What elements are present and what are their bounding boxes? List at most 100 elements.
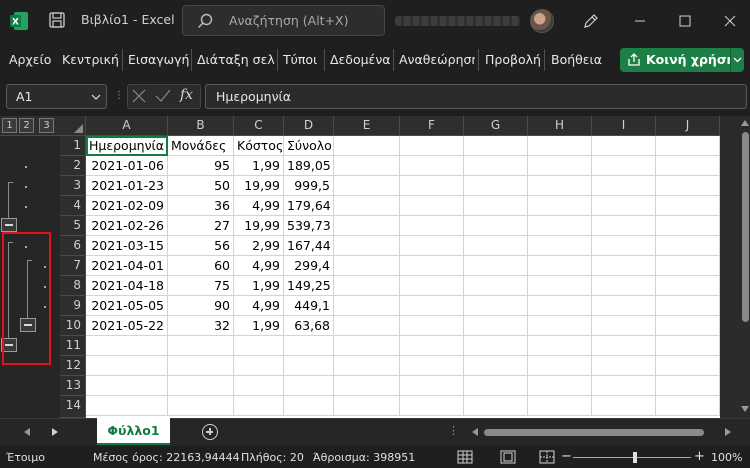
scroll-down-icon[interactable] <box>741 406 749 412</box>
table-cell[interactable] <box>86 376 168 396</box>
row-header[interactable]: 1 <box>60 136 86 156</box>
chevron-down-icon[interactable] <box>91 94 101 101</box>
table-cell[interactable]: 95 <box>168 156 234 176</box>
table-cell[interactable] <box>334 176 400 196</box>
row-header[interactable]: 9 <box>60 296 86 316</box>
table-cell[interactable]: 27 <box>168 216 234 236</box>
table-cell[interactable] <box>234 376 284 396</box>
table-cell[interactable] <box>168 356 234 376</box>
table-cell[interactable] <box>334 216 400 236</box>
table-cell[interactable]: 2,99 <box>234 236 284 256</box>
row-header[interactable]: 7 <box>60 256 86 276</box>
table-cell[interactable] <box>334 276 400 296</box>
horizontal-scroll-thumb[interactable] <box>484 429 704 436</box>
formula-input[interactable]: Ημερομηνία <box>205 84 747 109</box>
table-cell[interactable] <box>528 236 592 256</box>
row-header[interactable]: 5 <box>60 216 86 236</box>
table-cell[interactable]: 4,99 <box>234 296 284 316</box>
table-cell[interactable] <box>528 136 592 156</box>
vertical-scrollbar[interactable] <box>720 116 750 418</box>
table-cell[interactable] <box>656 336 720 356</box>
table-cell[interactable] <box>528 336 592 356</box>
table-cell[interactable] <box>656 236 720 256</box>
row-header[interactable]: 6 <box>60 236 86 256</box>
table-cell[interactable] <box>528 276 592 296</box>
next-sheet-icon[interactable] <box>52 428 58 436</box>
search-box[interactable]: Αναζήτηση (Alt+X) <box>182 5 385 36</box>
table-cell[interactable] <box>464 216 528 236</box>
table-cell[interactable] <box>656 276 720 296</box>
table-cell[interactable]: 539,73 <box>284 216 334 236</box>
table-cell[interactable]: 2021-05-22 <box>86 316 168 336</box>
sheet-tab[interactable]: Φύλλο1 <box>97 418 170 445</box>
table-cell[interactable]: 60 <box>168 256 234 276</box>
row-header[interactable]: 2 <box>60 156 86 176</box>
table-cell[interactable]: 299,4 <box>284 256 334 276</box>
zoom-level[interactable]: 100% <box>711 451 742 464</box>
row-header[interactable]: 4 <box>60 196 86 216</box>
table-cell[interactable] <box>400 256 464 276</box>
table-cell[interactable] <box>400 236 464 256</box>
add-sheet-icon[interactable] <box>202 424 218 440</box>
table-cell[interactable] <box>464 356 528 376</box>
table-cell[interactable]: 999,5 <box>284 176 334 196</box>
table-cell[interactable] <box>464 396 528 416</box>
table-cell[interactable] <box>334 296 400 316</box>
table-cell[interactable] <box>464 256 528 276</box>
row-header[interactable]: 10 <box>60 316 86 336</box>
horizontal-scrollbar[interactable] <box>470 424 735 440</box>
maximize-icon[interactable] <box>672 8 698 34</box>
table-cell[interactable] <box>656 176 720 196</box>
minimize-icon[interactable] <box>627 8 653 34</box>
table-cell[interactable] <box>400 376 464 396</box>
table-cell[interactable] <box>400 276 464 296</box>
name-box[interactable]: A1 <box>6 84 107 109</box>
cancel-icon[interactable] <box>131 88 147 104</box>
table-cell[interactable] <box>400 216 464 236</box>
table-cell[interactable] <box>284 396 334 416</box>
row-header[interactable]: 13 <box>60 376 86 396</box>
table-cell[interactable]: 32 <box>168 316 234 336</box>
table-cell[interactable] <box>464 276 528 296</box>
table-cell[interactable] <box>592 256 656 276</box>
column-header-b[interactable]: B <box>168 116 234 136</box>
table-cell[interactable] <box>86 396 168 416</box>
column-header-a[interactable]: A <box>86 116 168 136</box>
table-cell[interactable]: Μονάδες <box>168 136 234 156</box>
share-button[interactable]: Κοινή χρήση <box>620 48 735 72</box>
table-cell[interactable] <box>334 336 400 356</box>
table-cell[interactable] <box>528 316 592 336</box>
table-cell[interactable] <box>528 356 592 376</box>
table-cell[interactable]: 19,99 <box>234 216 284 236</box>
table-cell[interactable] <box>464 196 528 216</box>
tab-file[interactable]: Αρχείο <box>9 52 51 67</box>
select-all-button[interactable] <box>60 116 86 136</box>
spreadsheet-grid[interactable]: Ημερομηνία Μονάδες Κόστος Σύνολο 2021-01-06 9… <box>86 136 720 418</box>
table-cell[interactable] <box>400 316 464 336</box>
table-cell[interactable] <box>234 356 284 376</box>
table-cell[interactable] <box>334 356 400 376</box>
table-cell[interactable] <box>592 356 656 376</box>
table-cell[interactable] <box>528 216 592 236</box>
scroll-up-icon[interactable] <box>741 120 749 126</box>
column-header-d[interactable]: D <box>284 116 334 136</box>
table-cell[interactable] <box>400 296 464 316</box>
table-cell[interactable] <box>592 276 656 296</box>
table-cell[interactable]: 449,1 <box>284 296 334 316</box>
table-cell[interactable] <box>464 336 528 356</box>
table-cell[interactable]: 2021-04-18 <box>86 276 168 296</box>
pen-icon[interactable] <box>582 12 600 30</box>
column-header-f[interactable]: F <box>400 116 464 136</box>
table-cell[interactable]: 2021-02-26 <box>86 216 168 236</box>
table-cell[interactable] <box>334 196 400 216</box>
row-header[interactable]: 3 <box>60 176 86 196</box>
row-header[interactable]: 14 <box>60 396 86 418</box>
tab-help[interactable]: Βοήθεια <box>551 52 602 67</box>
table-cell[interactable]: 2021-03-15 <box>86 236 168 256</box>
table-cell[interactable]: Ημερομηνία <box>86 136 168 156</box>
table-cell[interactable]: 90 <box>168 296 234 316</box>
table-cell[interactable] <box>464 236 528 256</box>
table-cell[interactable]: 2021-04-01 <box>86 256 168 276</box>
table-cell[interactable] <box>656 156 720 176</box>
table-cell[interactable]: 19,99 <box>234 176 284 196</box>
